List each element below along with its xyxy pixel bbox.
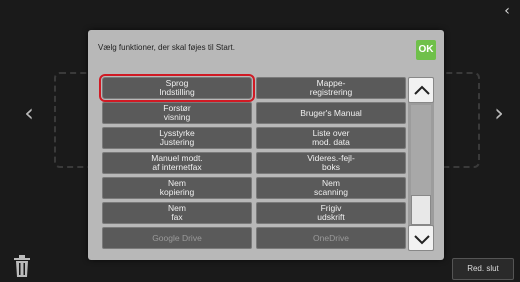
next-page-arrow-icon[interactable]: ›	[488, 98, 510, 128]
trash-icon[interactable]	[12, 254, 32, 278]
screen: ‹ › ‹ Red. slut Vælg funktioner, der ska…	[0, 0, 520, 282]
add-functions-dialog: Vælg funktioner, der skal føjes til Star…	[88, 30, 444, 260]
scroll-down-button[interactable]	[408, 225, 434, 251]
dialog-instruction: Vælg funktioner, der skal føjes til Star…	[98, 43, 235, 52]
back-chevron-icon[interactable]: ‹	[498, 2, 516, 20]
function-button-nem-scanning[interactable]: Nem scanning	[256, 177, 406, 199]
function-button-videres-fejl-boks[interactable]: Videres.-fejl- boks	[256, 152, 406, 174]
function-button-forstør-visning[interactable]: Forstør visning	[102, 102, 252, 124]
function-button-nem-kopiering[interactable]: Nem kopiering	[102, 177, 252, 199]
function-button-bruger-s-manual[interactable]: Bruger's Manual	[256, 102, 406, 124]
dialog-header: Vælg funktioner, der skal føjes til Star…	[88, 30, 444, 70]
scroll-thumb[interactable]	[411, 195, 431, 225]
function-button-onedrive[interactable]: OneDrive	[256, 227, 406, 249]
scroll-up-button[interactable]	[408, 77, 434, 103]
function-button-manuel-modt-af-internetfax[interactable]: Manuel modt. af internetfax	[102, 152, 252, 174]
function-button-lysstyrke-justering[interactable]: Lysstyrke Justering	[102, 127, 252, 149]
end-edit-button[interactable]: Red. slut	[452, 258, 514, 280]
function-button-nem-fax[interactable]: Nem fax	[102, 202, 252, 224]
previous-page-arrow-icon[interactable]: ‹	[18, 98, 40, 128]
function-button-sprog-indstilling[interactable]: Sprog Indstilling	[99, 74, 255, 102]
function-button-mappe-registrering[interactable]: Mappe- registrering	[256, 77, 406, 99]
ok-button[interactable]: OK	[416, 40, 436, 60]
function-button-frigiv-udskrift[interactable]: Frigiv udskrift	[256, 202, 406, 224]
function-button-google-drive[interactable]: Google Drive	[102, 227, 252, 249]
scrollbar[interactable]	[408, 77, 434, 251]
function-button-liste-over-mod-data[interactable]: Liste over mod. data	[256, 127, 406, 149]
